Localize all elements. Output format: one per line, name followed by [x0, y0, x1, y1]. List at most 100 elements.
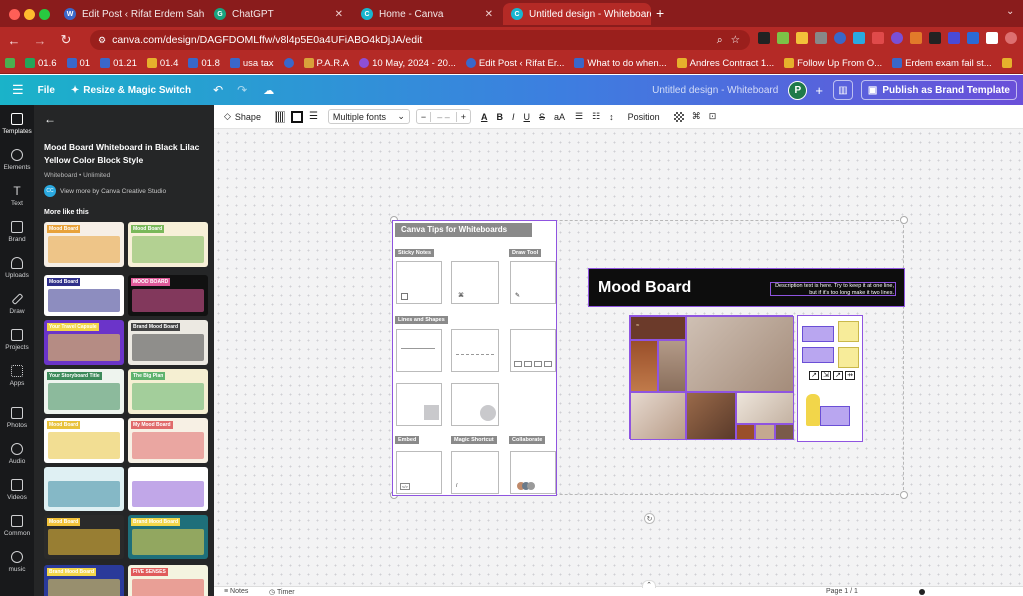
text-color-icon[interactable]: A: [481, 112, 488, 122]
bookmark-item[interactable]: 01.21: [95, 58, 142, 69]
zoom-slider-thumb[interactable]: [919, 589, 925, 595]
fill-color-swatch[interactable]: [274, 110, 285, 123]
mood-board-description[interactable]: Description text is here. Try to keep it…: [770, 282, 896, 296]
template-thumbnail[interactable]: Mood Board: [44, 275, 124, 316]
template-thumbnail[interactable]: FIVE SENSES: [128, 565, 208, 596]
insights-icon[interactable]: ▥: [832, 80, 853, 100]
close-tab-icon[interactable]: ✕: [335, 9, 343, 20]
template-thumbnail[interactable]: [44, 467, 124, 511]
template-thumbnail[interactable]: Mood Board: [44, 515, 124, 559]
timer-button[interactable]: ◷ Timer: [269, 588, 295, 596]
bookmark-item[interactable]: usa tax: [225, 58, 279, 69]
page-counter[interactable]: Page 1 / 1: [826, 588, 858, 595]
sidebar-item-apps[interactable]: Apps: [0, 365, 34, 387]
template-thumbnail[interactable]: Brand Mood Board: [128, 515, 208, 559]
align-center-icon[interactable]: ☰: [575, 111, 583, 122]
forward-icon[interactable]: →: [30, 33, 50, 48]
template-thumbnail[interactable]: Brand Mood Board: [128, 320, 208, 365]
template-thumbnail[interactable]: Your Travel Capsule: [44, 320, 124, 365]
browser-tab[interactable]: G ChatGPT ✕: [206, 3, 351, 25]
sidebar-item-elements[interactable]: Elements: [0, 149, 34, 171]
url-field[interactable]: ⚙ canva.com/design/DAGFDOMLffw/v8l4p5E0a…: [90, 30, 750, 50]
resize-handle[interactable]: [900, 491, 908, 499]
template-thumbnail[interactable]: My Mood Board: [128, 418, 208, 463]
add-collaborator-icon[interactable]: +: [815, 83, 823, 98]
sticky-note[interactable]: [802, 326, 834, 342]
back-arrow-icon[interactable]: ←: [44, 112, 56, 126]
close-tab-icon[interactable]: ✕: [485, 9, 493, 20]
template-thumbnail[interactable]: Your Storyboard Title: [44, 369, 124, 414]
bookmark-item[interactable]: P.A.R.A: [299, 58, 355, 69]
expand-pages-icon[interactable]: ⌃: [642, 580, 656, 589]
resize-button[interactable]: ✦ Resize & Magic Switch: [71, 85, 191, 96]
sidebar-item-brand[interactable]: Brand: [0, 221, 34, 243]
bookmark-item[interactable]: Follow Up From O...: [779, 58, 887, 69]
font-family-dropdown[interactable]: Multiple fonts ⌄: [327, 109, 410, 124]
site-info-icon[interactable]: ⚙: [98, 35, 106, 46]
extensions-puzzle-icon[interactable]: [986, 32, 998, 44]
canvas-workspace[interactable]: ↻ Canva Tips for Whiteboards Sticky Note…: [214, 129, 1023, 596]
browser-tab[interactable]: C Home - Canva ✕: [353, 3, 501, 25]
sticky-note[interactable]: [838, 347, 859, 368]
maximize-window-icon[interactable]: [39, 9, 50, 20]
underline-icon[interactable]: U: [523, 112, 530, 122]
zoom-icon[interactable]: ⌕: [717, 34, 723, 47]
tab-list-icon[interactable]: ⌄: [1006, 6, 1014, 17]
border-style-icon[interactable]: [290, 110, 303, 123]
sidebar-item-projects[interactable]: Projects: [0, 329, 34, 351]
sidebar-item-uploads[interactable]: Uploads: [0, 257, 34, 279]
extension-icon[interactable]: [891, 32, 903, 44]
bookmark-star-icon[interactable]: ☆: [731, 34, 740, 46]
menu-icon[interactable]: ☰: [12, 82, 24, 98]
template-thumbnail[interactable]: Brand Mood Board: [44, 565, 124, 596]
new-tab-icon[interactable]: +: [656, 5, 664, 21]
extension-icon[interactable]: [796, 32, 808, 44]
extension-icon[interactable]: [948, 32, 960, 44]
border-weight-icon[interactable]: ☰: [309, 111, 318, 122]
file-menu[interactable]: File: [38, 85, 55, 96]
sidebar-item-templates[interactable]: Templates: [0, 113, 34, 135]
strikethrough-icon[interactable]: S: [539, 112, 545, 122]
sticky-notes-column[interactable]: ↗ ⇲ ↗ ⇸: [797, 315, 863, 442]
font-size-value[interactable]: – –: [431, 112, 456, 122]
line-spacing-icon[interactable]: ↕: [609, 112, 614, 122]
bookmark-item[interactable]: 01: [62, 58, 96, 69]
minimize-window-icon[interactable]: [24, 9, 35, 20]
template-thumbnail[interactable]: The Big Plan: [128, 369, 208, 414]
sidebar-item-draw[interactable]: Draw: [0, 292, 34, 315]
reload-icon[interactable]: ↻: [56, 32, 76, 48]
extension-icon[interactable]: [910, 32, 922, 44]
extension-icon[interactable]: [758, 32, 770, 44]
copy-style-icon[interactable]: ⌘: [692, 111, 701, 122]
profile-icon[interactable]: [1005, 32, 1017, 44]
back-icon[interactable]: ←: [4, 33, 24, 48]
photo-collage[interactable]: ≈: [629, 315, 794, 440]
avatar[interactable]: P: [788, 80, 808, 100]
transparency-icon[interactable]: [673, 111, 684, 122]
template-thumbnail[interactable]: Mood Board: [44, 222, 124, 267]
sidebar-item-text[interactable]: T Text: [0, 185, 34, 207]
sidebar-item-videos[interactable]: Videos: [0, 479, 34, 501]
extension-icon[interactable]: [834, 32, 846, 44]
apps-grid-icon[interactable]: [0, 58, 20, 68]
browser-tab[interactable]: W Edit Post ‹ Rifat Erdem Sahin ✕: [56, 3, 204, 25]
browser-tab-active[interactable]: C Untitled design - Whiteboard ✕: [503, 3, 651, 25]
document-title[interactable]: Untitled design - Whiteboard: [652, 85, 778, 96]
lock-icon[interactable]: ⊡: [709, 111, 717, 122]
extension-icon[interactable]: [815, 32, 827, 44]
cloud-saved-icon[interactable]: ☁: [263, 84, 274, 97]
extension-icon[interactable]: [929, 32, 941, 44]
bookmark-item[interactable]: Erdem exam fail st...: [887, 58, 997, 69]
bookmark-item[interactable]: What to do when...: [569, 58, 671, 69]
bookmark-item[interactable]: Andres Contract 1...: [672, 58, 779, 69]
sidebar-item-photos[interactable]: Photos: [0, 407, 34, 429]
list-icon[interactable]: ☷: [592, 111, 600, 122]
template-thumbnail[interactable]: Mood Board: [44, 418, 124, 463]
template-thumbnail[interactable]: [128, 467, 208, 511]
sticky-note[interactable]: [838, 321, 859, 342]
extension-icon[interactable]: [853, 32, 865, 44]
italic-icon[interactable]: I: [512, 112, 515, 122]
extension-icon[interactable]: [872, 32, 884, 44]
rotate-handle-icon[interactable]: ↻: [644, 513, 655, 524]
font-size-stepper[interactable]: − – – +: [415, 109, 471, 124]
